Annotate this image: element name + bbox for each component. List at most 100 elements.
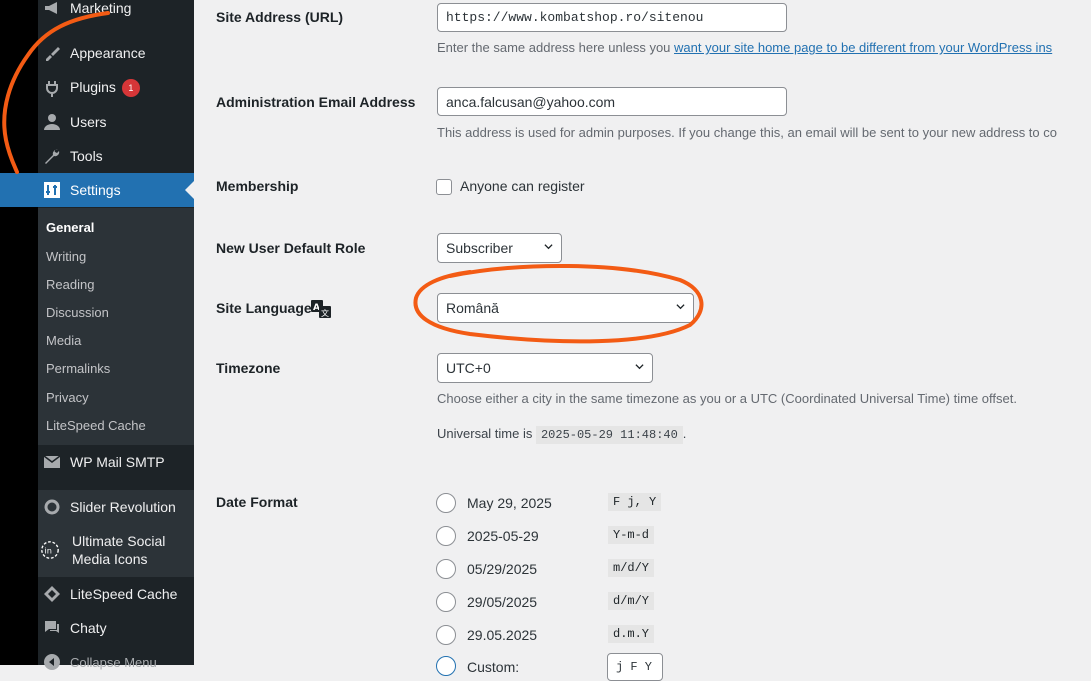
custom-date-format-value: j F Y [616, 660, 653, 674]
submenu-discussion[interactable]: Discussion [46, 305, 109, 320]
menu-label: Settings [70, 182, 121, 198]
site-language-label: Site Language [216, 300, 312, 316]
svg-text:文: 文 [321, 308, 329, 318]
submenu-writing[interactable]: Writing [46, 249, 86, 264]
timezone-value: UTC+0 [446, 360, 491, 376]
submenu-media[interactable]: Media [46, 333, 81, 348]
menu-label: Slider Revolution [70, 499, 176, 515]
svg-text:in: in [45, 546, 52, 556]
chat-icon [42, 618, 62, 638]
submenu-litespeed-cache[interactable]: LiteSpeed Cache [46, 418, 146, 433]
social-icon: in [40, 540, 60, 560]
date-format-example[interactable]: 05/29/2025 [467, 561, 537, 577]
chevron-down-icon [635, 364, 644, 370]
admin-email-description: This address is used for admin purposes.… [437, 125, 1057, 140]
date-format-code: m/d/Y [608, 559, 655, 577]
menu-slider-revolution[interactable]: Slider Revolution [0, 490, 194, 524]
paintbrush-icon [42, 43, 62, 63]
date-format-code: F j, Y [608, 493, 662, 511]
membership-label: Membership [216, 178, 299, 194]
plug-icon [42, 78, 62, 98]
date-format-radio[interactable] [436, 559, 456, 579]
date-format-radio[interactable] [436, 592, 456, 612]
menu-label: Marketing [70, 0, 132, 16]
site-language-value: Română [446, 300, 499, 316]
timezone-label: Timezone [216, 360, 281, 376]
date-format-example[interactable]: 2025-05-29 [467, 528, 539, 544]
mail-icon [42, 452, 62, 472]
site-language-select[interactable]: Română [437, 293, 694, 323]
menu-tools[interactable]: Tools [0, 139, 194, 173]
update-count-badge: 1 [121, 79, 140, 98]
chevron-down-icon [676, 304, 685, 310]
menu-appearance[interactable]: Appearance [0, 36, 194, 70]
date-format-example[interactable]: 29/05/2025 [467, 594, 537, 610]
anyone-can-register-checkbox[interactable] [436, 179, 452, 195]
chevron-down-icon [544, 244, 553, 250]
menu-chaty[interactable]: Chaty [0, 611, 194, 645]
menu-marketing[interactable]: Marketing [0, 0, 194, 25]
universal-time-value: 2025-05-29 11:48:40 [535, 426, 683, 444]
universal-time-prefix: Universal time is [437, 426, 536, 441]
date-format-code: d.m.Y [608, 625, 655, 643]
menu-collapse[interactable]: Collapse Menu [0, 645, 194, 679]
admin-email-input[interactable]: anca.falcusan@yahoo.com [437, 87, 787, 116]
site-address-help-link[interactable]: want your site home page to be different… [674, 40, 1052, 55]
custom-date-format-input[interactable]: j F Y [607, 653, 663, 681]
diamond-icon [42, 584, 62, 604]
menu-settings[interactable]: Settings [0, 173, 194, 207]
submenu-privacy[interactable]: Privacy [46, 390, 89, 405]
date-format-label: Date Format [216, 494, 298, 510]
site-address-input[interactable]: https://www.kombatshop.ro/sitenou [437, 3, 787, 32]
menu-users[interactable]: Users [0, 105, 194, 139]
site-address-label: Site Address (URL) [216, 9, 344, 25]
timezone-select[interactable]: UTC+0 [437, 353, 653, 383]
date-format-example[interactable]: 29.05.2025 [467, 627, 537, 643]
date-format-radio[interactable] [436, 526, 456, 546]
admin-email-label: Administration Email Address [216, 94, 416, 110]
menu-label: Tools [70, 148, 103, 164]
collapse-icon [42, 652, 62, 672]
menu-ultimate-social-media[interactable]: in Ultimate Social Media Icons [0, 532, 194, 568]
menu-wp-mail-smtp[interactable]: WP Mail SMTP [0, 445, 194, 479]
menu-label: Chaty [70, 620, 107, 636]
menu-label: Ultimate Social [72, 533, 166, 549]
date-format-radio[interactable] [436, 493, 456, 513]
wrench-icon [42, 146, 62, 166]
menu-label: Appearance [70, 45, 146, 61]
menu-plugins[interactable]: Plugins 1 [0, 71, 194, 105]
default-role-select[interactable]: Subscriber [437, 233, 562, 263]
settings-icon [42, 180, 62, 200]
date-format-code: d/m/Y [608, 592, 655, 610]
date-format-example[interactable]: Custom: [467, 659, 519, 675]
refresh-icon [42, 497, 62, 517]
settings-submenu [38, 208, 194, 445]
site-address-value: https://www.kombatshop.ro/sitenou [446, 10, 704, 25]
universal-time-suffix: . [682, 426, 687, 441]
date-format-radio[interactable] [436, 625, 456, 645]
menu-label: WP Mail SMTP [70, 454, 165, 470]
submenu-reading[interactable]: Reading [46, 277, 94, 292]
anyone-can-register-label[interactable]: Anyone can register [460, 178, 585, 194]
menu-label: Users [70, 114, 107, 130]
menu-label-wrap: Plugins 1 [70, 78, 140, 98]
menu-label: LiteSpeed Cache [70, 586, 178, 602]
date-format-example[interactable]: May 29, 2025 [467, 495, 552, 511]
menu-label: Plugins [70, 78, 116, 95]
default-role-value: Subscriber [446, 240, 513, 256]
site-address-desc-text: Enter the same address here unless you [437, 40, 675, 55]
megaphone-icon [42, 0, 62, 18]
admin-email-value: anca.falcusan@yahoo.com [446, 93, 616, 110]
menu-litespeed-cache[interactable]: LiteSpeed Cache [0, 577, 194, 611]
menu-label-wrap: Ultimate Social Media Icons [72, 532, 165, 568]
submenu-general[interactable]: General [46, 220, 94, 235]
menu-label: Collapse Menu [70, 654, 157, 670]
universal-time-row: Universal time is 2025-05-29 11:48:40. [437, 426, 687, 444]
admin-sidebar: Marketing Appearance Plugins 1 Users Tool… [0, 0, 194, 670]
date-format-radio-selected[interactable] [436, 656, 456, 676]
user-icon [42, 112, 62, 132]
default-role-label: New User Default Role [216, 240, 366, 256]
submenu-permalinks[interactable]: Permalinks [46, 361, 110, 376]
svg-text:A: A [313, 303, 320, 313]
timezone-description: Choose either a city in the same timezon… [437, 391, 1017, 406]
